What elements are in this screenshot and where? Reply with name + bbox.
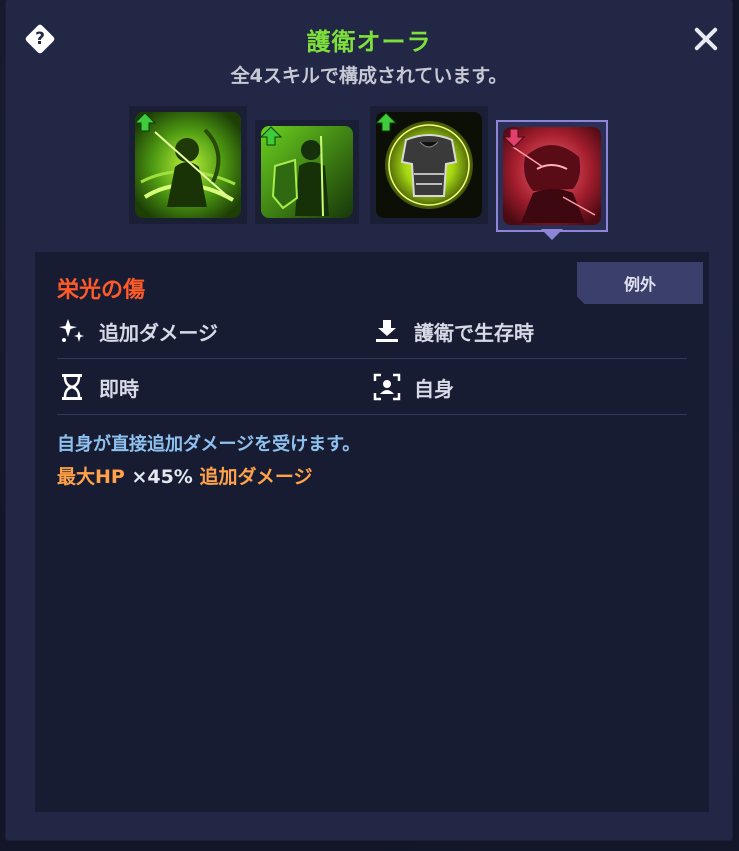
- downgrade-arrow-icon: [503, 128, 525, 148]
- skill-slot-4[interactable]: [496, 120, 608, 232]
- attribute-condition-label: 護衛で生存時: [414, 320, 534, 345]
- upgrade-arrow-icon: [134, 112, 156, 132]
- attribute-timing-label: 即時: [99, 376, 139, 401]
- dialog-subtitle: 全4スキルで構成されています。: [230, 65, 508, 87]
- selection-pointer: [541, 229, 563, 240]
- attribute-target-label: 自身: [414, 376, 454, 401]
- skill-description: 自身が直接追加ダメージを受けます。: [57, 434, 361, 455]
- skill-effect: 最大HP ×45% 追加ダメージ: [57, 462, 313, 489]
- dialog-title: 護衛オーラ: [306, 28, 432, 56]
- attribute-type-label: 追加ダメージ: [99, 320, 218, 345]
- attribute-condition: 護衛で生存時: [372, 316, 687, 346]
- self-target-icon: [372, 372, 402, 402]
- skill-list: [129, 106, 608, 232]
- skill-name: 栄光の傷: [57, 278, 146, 303]
- upgrade-arrow-icon: [260, 126, 282, 146]
- skill-tag: 例外: [577, 262, 703, 304]
- skill-info-dialog: ? 護衛オーラ 全4スキルで構成されています。 栄光の傷 例外 追加ダメージ 護…: [6, 0, 732, 840]
- hourglass-icon: [57, 372, 87, 402]
- upgrade-arrow-icon: [375, 112, 397, 132]
- skill-slot-2[interactable]: [255, 120, 359, 224]
- attribute-row: 追加ダメージ 護衛で生存時: [57, 304, 687, 359]
- sparkle-icon: [57, 316, 87, 346]
- effect-result: 追加ダメージ: [199, 466, 313, 488]
- effect-stat: 最大HP: [57, 466, 125, 488]
- skill-detail-panel: 栄光の傷 例外 追加ダメージ 護衛で生存時 即時 自身 自身が直接追加ダメージを…: [35, 252, 709, 812]
- attribute-timing: 即時: [57, 372, 372, 402]
- attribute-row: 即時 自身: [57, 360, 687, 415]
- skill-slot-1[interactable]: [129, 106, 247, 224]
- attribute-type: 追加ダメージ: [57, 316, 372, 346]
- download-icon: [372, 316, 402, 346]
- skill-slot-3[interactable]: [370, 106, 488, 224]
- effect-multiplier: ×45%: [124, 466, 200, 488]
- attribute-target: 自身: [372, 372, 687, 402]
